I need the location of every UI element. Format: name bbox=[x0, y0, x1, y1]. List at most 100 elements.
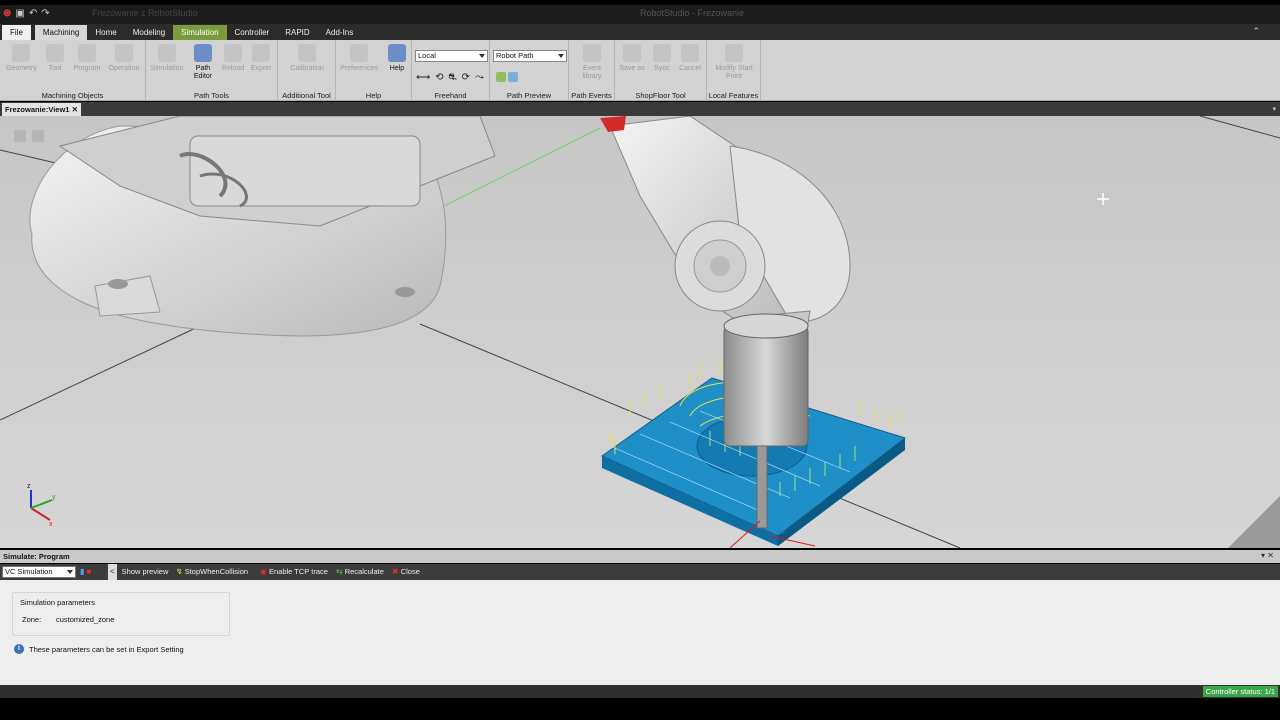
sim-toolbar: VC Simulation ▮ ■ < Show preview ↯ StopWhen… bbox=[0, 564, 1280, 580]
export-button[interactable]: Export bbox=[246, 44, 276, 73]
reload-button[interactable]: Reload bbox=[218, 44, 248, 73]
group-label: Path Preview bbox=[506, 91, 552, 100]
group-label: Additional Tool bbox=[282, 91, 331, 100]
event-library-button[interactable]: Event library bbox=[577, 44, 607, 81]
tab-modeling[interactable]: Modeling bbox=[125, 25, 173, 40]
calibration-icon bbox=[298, 44, 316, 62]
save-as-button[interactable]: Save as bbox=[617, 44, 647, 73]
tab-controller[interactable]: Controller bbox=[227, 25, 278, 40]
tab-add-ins[interactable]: Add-Ins bbox=[318, 25, 362, 40]
stop-when-collision-button[interactable]: ↯ StopWhenCollision bbox=[176, 564, 248, 580]
close-button[interactable]: ✖ Close bbox=[392, 564, 420, 580]
group-label: Path Tools bbox=[194, 91, 229, 100]
ribbon-tabs: File Machining Home Modeling Simulation … bbox=[0, 24, 1280, 40]
frame-select[interactable]: Local bbox=[415, 50, 488, 62]
tab-machining[interactable]: Machining bbox=[34, 25, 88, 40]
operation-button[interactable]: Operation bbox=[106, 44, 142, 73]
sim-panel-title: Simulate: Program bbox=[3, 552, 70, 561]
recalculate-button[interactable]: ⇆ Recalculate bbox=[336, 564, 384, 580]
save-icon[interactable]: ▣ bbox=[15, 8, 24, 20]
scene-svg: z x y bbox=[0, 116, 1280, 548]
tool-icon bbox=[46, 44, 64, 62]
simulation-parameters-group: Simulation parameters Zone: customized_z… bbox=[12, 592, 230, 636]
simulation-button[interactable]: Simulation bbox=[148, 44, 186, 73]
group-path-tools: Simulation Path Editor Reload Export Pat… bbox=[146, 40, 278, 101]
geometry-button[interactable]: Geometry bbox=[6, 44, 37, 73]
reload-icon bbox=[224, 44, 242, 62]
group-additional-tool: Calibration Additional Tool bbox=[278, 40, 336, 101]
robot-arm bbox=[600, 116, 851, 347]
calibration-button[interactable]: Calibration bbox=[284, 44, 330, 73]
info-text: These parameters can be set in Export Se… bbox=[29, 644, 184, 654]
geometry-icon bbox=[12, 44, 30, 62]
svg-text:x: x bbox=[49, 521, 53, 528]
export-icon bbox=[252, 44, 270, 62]
tab-file[interactable]: File bbox=[2, 25, 31, 40]
info-message: i These parameters can be set in Export … bbox=[14, 644, 184, 654]
sync-icon bbox=[653, 44, 671, 62]
robotstudio-window: ⊛ ▣ ↶ ↷ Frezowanie z RobotStudio RobotSt… bbox=[0, 0, 1280, 720]
tab-home[interactable]: Home bbox=[87, 25, 124, 40]
group-path-events: Event library Path Events bbox=[569, 40, 615, 101]
help-icon bbox=[388, 44, 406, 62]
group-local-features: Modify Start Point Local Features bbox=[707, 40, 761, 101]
panel-options-icon[interactable]: ▾ ✕ bbox=[1261, 551, 1274, 560]
group-label: Freehand bbox=[434, 91, 467, 100]
preferences-button[interactable]: Preferences bbox=[338, 44, 380, 73]
view-tab[interactable]: Frezowanie:View1 ✕ bbox=[2, 103, 81, 116]
svg-text:y: y bbox=[52, 494, 56, 501]
view-tab-strip: Frezowanie:View1 ✕ ▾ bbox=[0, 102, 1280, 116]
program-button[interactable]: Program bbox=[72, 44, 102, 73]
operation-icon bbox=[115, 44, 133, 62]
close-view-icon[interactable]: ✕ bbox=[72, 105, 78, 114]
controller-select[interactable]: VC Simulation bbox=[2, 566, 76, 578]
preview-toggle-icon[interactable] bbox=[496, 72, 506, 82]
path-editor-button[interactable]: Path Editor bbox=[186, 44, 220, 81]
axis-triad: z x y bbox=[27, 483, 56, 528]
tab-simulation[interactable]: Simulation bbox=[173, 25, 227, 40]
zone-label: Zone: bbox=[22, 615, 42, 624]
play-icon[interactable]: ▮ ■ bbox=[80, 564, 91, 580]
cancel-icon bbox=[681, 44, 699, 62]
freehand-tools-icon[interactable]: ⟷ ⟲ ⛐ ⟳ ⤳ bbox=[416, 72, 485, 85]
event-library-icon bbox=[583, 44, 601, 62]
sim-panel-body: Simulation parameters Zone: customized_z… bbox=[0, 580, 1280, 685]
group-path-preview: Robot Path Path Preview bbox=[490, 40, 569, 101]
path-preview-select[interactable]: Robot Path bbox=[493, 50, 567, 62]
modify-start-point-button[interactable]: Modify Start Point bbox=[713, 44, 755, 81]
title-bar: ⊛ ▣ ↶ ↷ Frezowanie z RobotStudio RobotSt… bbox=[0, 5, 1280, 24]
group-title: Simulation parameters bbox=[20, 598, 96, 607]
program-icon bbox=[78, 44, 96, 62]
tcp-trace-button[interactable]: ◉ Enable TCP trace bbox=[260, 564, 328, 580]
help-button[interactable]: Help bbox=[382, 44, 412, 73]
show-preview-button[interactable]: < Show preview bbox=[108, 564, 168, 580]
save-as-icon bbox=[623, 44, 641, 62]
redo-icon[interactable]: ↷ bbox=[41, 8, 49, 20]
view-menu-icon[interactable]: ▾ bbox=[1272, 105, 1276, 113]
group-shopfloor: Save as Sync Cancel ShopFloor Tool bbox=[615, 40, 707, 101]
cancel-button[interactable]: Cancel bbox=[675, 44, 705, 73]
path-editor-icon bbox=[194, 44, 212, 62]
group-label: ShopFloor Tool bbox=[635, 91, 686, 100]
status-bar: Controller status: 1/1 bbox=[0, 685, 1280, 698]
info-icon: i bbox=[14, 644, 24, 654]
modify-start-point-icon bbox=[725, 44, 743, 62]
controller-status-badge[interactable]: Controller status: 1/1 bbox=[1202, 686, 1278, 697]
sync-button[interactable]: Sync bbox=[647, 44, 677, 73]
tab-rapid[interactable]: RAPID bbox=[277, 25, 317, 40]
group-help: Preferences Help Help bbox=[336, 40, 412, 101]
group-label: Machining Objects bbox=[41, 91, 104, 100]
ribbon: Geometry Tool Program Operation Machinin… bbox=[0, 40, 1280, 101]
3d-viewport[interactable]: z x y bbox=[0, 116, 1280, 548]
letterbox-bottom bbox=[0, 698, 1280, 720]
collapse-ribbon-icon[interactable]: ⌃ bbox=[1252, 26, 1260, 37]
zone-value[interactable]: customized_zone bbox=[56, 615, 114, 624]
undo-icon[interactable]: ↶ bbox=[29, 8, 37, 20]
tool-button[interactable]: Tool bbox=[40, 44, 70, 73]
window-title: RobotStudio - Frezowanie bbox=[640, 8, 745, 18]
preview-refresh-icon[interactable] bbox=[508, 72, 518, 82]
cursor-crosshair-icon bbox=[1097, 193, 1109, 205]
group-label: Path Events bbox=[571, 91, 612, 100]
quick-access-toolbar: ⊛ ▣ ↶ ↷ bbox=[3, 8, 50, 20]
floor-corner bbox=[1228, 496, 1280, 548]
